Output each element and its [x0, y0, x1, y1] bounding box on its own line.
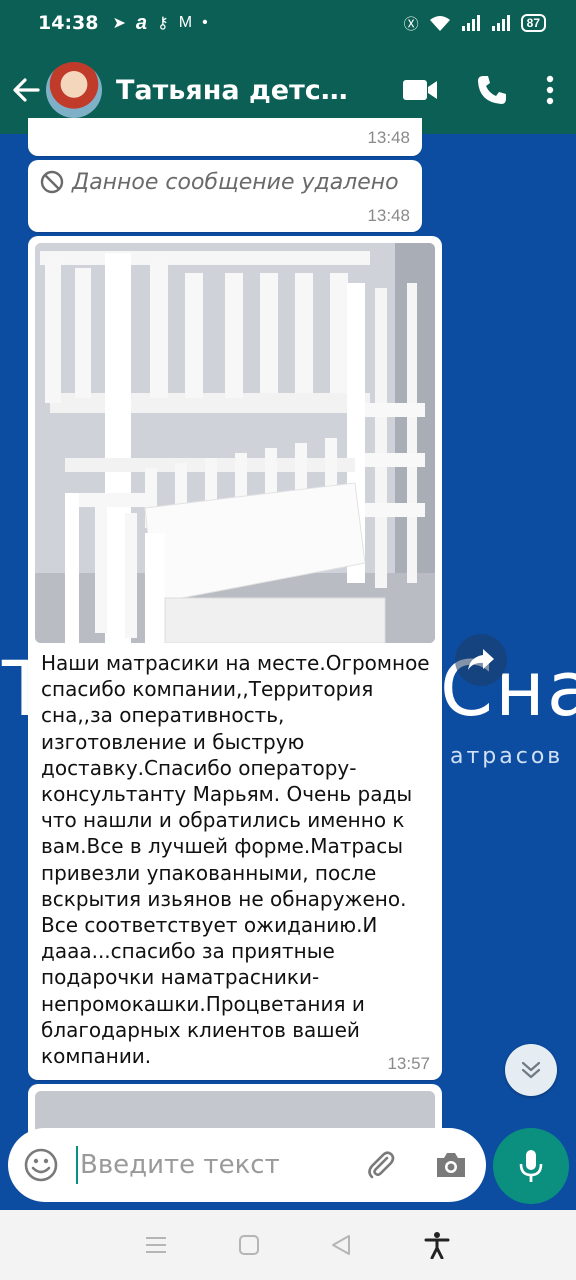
message-time: 13:48 [367, 128, 410, 147]
camera-icon [437, 1153, 465, 1177]
key-icon: ⚷ [157, 15, 169, 32]
wifi-icon [429, 16, 450, 31]
bunk-bed-illustration [35, 243, 435, 643]
nfc-icon: Ⓧ [403, 15, 419, 33]
accessibility-icon[interactable] [423, 1231, 451, 1259]
battery-indicator: 87 [520, 14, 546, 32]
avatar[interactable] [46, 62, 102, 118]
phone-icon[interactable] [476, 74, 508, 106]
gmail-icon: M [178, 14, 193, 31]
signal-icon-2 [491, 15, 510, 31]
emoji-button[interactable] [8, 1148, 74, 1182]
message-input-bar [8, 1128, 486, 1202]
message-photo[interactable] [35, 243, 435, 643]
scroll-to-bottom-button[interactable] [505, 1044, 557, 1096]
message-bubble-deleted[interactable]: Данное сообщение удалено 13:48 [28, 160, 422, 232]
more-vert-icon[interactable] [546, 75, 554, 105]
a-app-icon: a [135, 11, 148, 34]
paperclip-icon [368, 1151, 395, 1179]
wallpaper-tagline: атрасов [450, 744, 564, 769]
contact-name[interactable]: Татьяна детски... [116, 75, 356, 106]
deleted-icon [40, 170, 64, 194]
message-time: 13:48 [367, 206, 410, 225]
dot-icon: • [202, 14, 208, 31]
status-bar: 14:38 ➤ a ⚷ M • Ⓧ 87 [0, 0, 576, 46]
message-time: 13:57 [387, 1054, 430, 1073]
back-triangle-icon[interactable] [330, 1234, 352, 1256]
emoji-icon [24, 1148, 58, 1182]
message-bubble-image[interactable]: Наши матрасики на месте.Огромное спасибо… [28, 236, 442, 1080]
camera-button[interactable] [416, 1150, 486, 1180]
video-call-icon[interactable] [402, 78, 438, 102]
mic-icon [519, 1150, 543, 1182]
menu-icon[interactable] [145, 1235, 167, 1255]
deleted-text: Данное сообщение удалено [72, 170, 399, 195]
text-caret [76, 1146, 78, 1184]
telegram-icon: ➤ [112, 15, 126, 32]
status-time: 14:38 [38, 12, 99, 34]
chevron-double-down-icon [521, 1061, 541, 1079]
forward-icon [468, 649, 494, 670]
message-input[interactable] [80, 1150, 340, 1180]
voice-message-button[interactable] [493, 1128, 569, 1204]
attach-button[interactable] [346, 1149, 416, 1181]
back-arrow-icon [13, 78, 40, 102]
forward-button[interactable] [455, 634, 507, 686]
signal-icon [461, 15, 480, 31]
home-square-icon[interactable] [238, 1234, 260, 1256]
message-caption: Наши матрасики на месте.Огромное спасибо… [41, 651, 430, 1069]
system-nav-bar [0, 1210, 576, 1280]
message-bubble-partial[interactable]: 13:48 [28, 118, 422, 156]
